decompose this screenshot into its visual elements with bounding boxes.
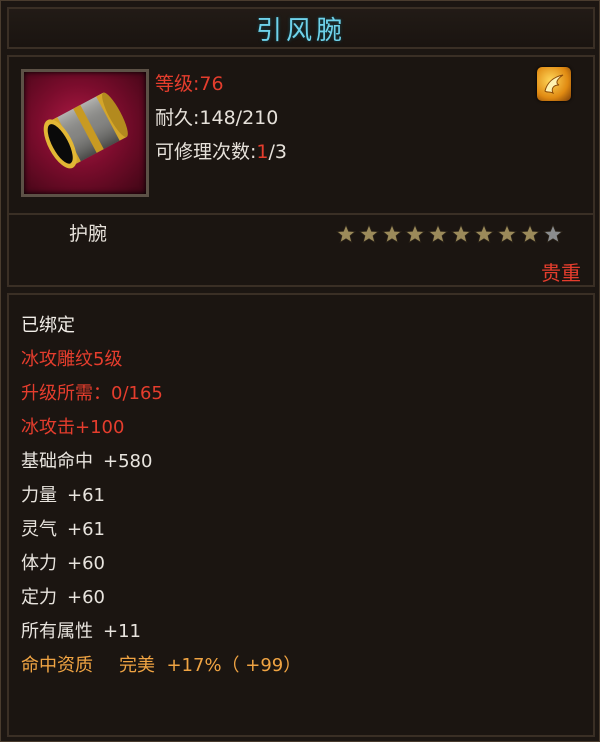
phoenix-emblem-icon bbox=[537, 67, 571, 101]
title-bar: 引风腕 bbox=[7, 7, 595, 49]
item-quality: 贵重 bbox=[541, 261, 581, 285]
attribute-name: 力量 bbox=[21, 485, 57, 506]
attribute-value: +60 bbox=[67, 553, 105, 574]
star-filled-icon bbox=[336, 224, 356, 244]
upgrade-required-line: 升级所需：0/165 bbox=[21, 383, 163, 404]
level-line: 等级:76 bbox=[155, 69, 224, 96]
attribute-line: 力量 +61 bbox=[21, 485, 105, 507]
star-empty-icon bbox=[543, 224, 563, 244]
aptitude-line: 命中资质 完美 +17%（ +99） bbox=[21, 655, 301, 677]
attribute-line: 基础命中 +580 bbox=[21, 451, 152, 473]
attribute-value: +61 bbox=[67, 519, 105, 540]
attribute-value: +580 bbox=[103, 451, 153, 472]
item-details-panel: 已绑定 冰攻雕纹5级 升级所需：0/165 冰攻击+100 基础命中 +580 力… bbox=[7, 293, 595, 737]
bound-status: 已绑定 bbox=[21, 315, 75, 336]
star-filled-icon bbox=[359, 224, 379, 244]
level-value: :76 bbox=[193, 73, 224, 95]
star-filled-icon bbox=[474, 224, 494, 244]
attribute-line: 所有属性 +11 bbox=[21, 621, 141, 643]
star-rating bbox=[336, 224, 563, 244]
durability-line: 耐久:148/210 bbox=[155, 103, 278, 130]
durability-label: 耐久 bbox=[155, 107, 194, 129]
star-filled-icon bbox=[497, 224, 517, 244]
ice-attack-line: 冰攻击+100 bbox=[21, 417, 125, 438]
aptitude-value: +17%（ +99） bbox=[166, 655, 302, 676]
repair-total: /3 bbox=[268, 141, 288, 163]
star-filled-icon bbox=[520, 224, 540, 244]
bracer-icon bbox=[43, 92, 128, 169]
attribute-line: 体力 +60 bbox=[21, 553, 105, 575]
durability-value: :148/210 bbox=[193, 107, 279, 129]
attribute-name: 灵气 bbox=[21, 519, 57, 540]
star-filled-icon bbox=[382, 224, 402, 244]
repair-label: 可修理次数 bbox=[155, 141, 251, 163]
attribute-value: +61 bbox=[67, 485, 105, 506]
level-label: 等级 bbox=[155, 73, 194, 95]
engraving-line: 冰攻雕纹5级 bbox=[21, 349, 123, 370]
item-name: 引风腕 bbox=[255, 15, 346, 46]
attribute-value: +11 bbox=[103, 621, 141, 642]
star-filled-icon bbox=[428, 224, 448, 244]
attribute-name: 基础命中 bbox=[21, 451, 93, 472]
attribute-line: 定力 +60 bbox=[21, 587, 105, 609]
attribute-line: 灵气 +61 bbox=[21, 519, 105, 541]
aptitude-grade: 完美 bbox=[119, 655, 155, 676]
attribute-name: 体力 bbox=[21, 553, 57, 574]
aptitude-name: 命中资质 bbox=[21, 655, 93, 676]
attribute-value: +60 bbox=[67, 587, 105, 608]
repair-current: 1 bbox=[256, 141, 269, 163]
item-tooltip: 引风腕 等级:76 耐久:148/210 可修理次数:1/3 护腕 贵重 已绑定… bbox=[0, 0, 600, 742]
item-icon-frame bbox=[21, 69, 149, 197]
star-filled-icon bbox=[405, 224, 425, 244]
item-type: 护腕 bbox=[69, 223, 108, 245]
item-summary-panel: 等级:76 耐久:148/210 可修理次数:1/3 护腕 贵重 bbox=[7, 55, 595, 287]
repair-line: 可修理次数:1/3 bbox=[155, 141, 288, 163]
attribute-name: 定力 bbox=[21, 587, 57, 608]
star-filled-icon bbox=[451, 224, 471, 244]
panel-divider bbox=[9, 213, 593, 215]
attribute-name: 所有属性 bbox=[21, 621, 93, 642]
